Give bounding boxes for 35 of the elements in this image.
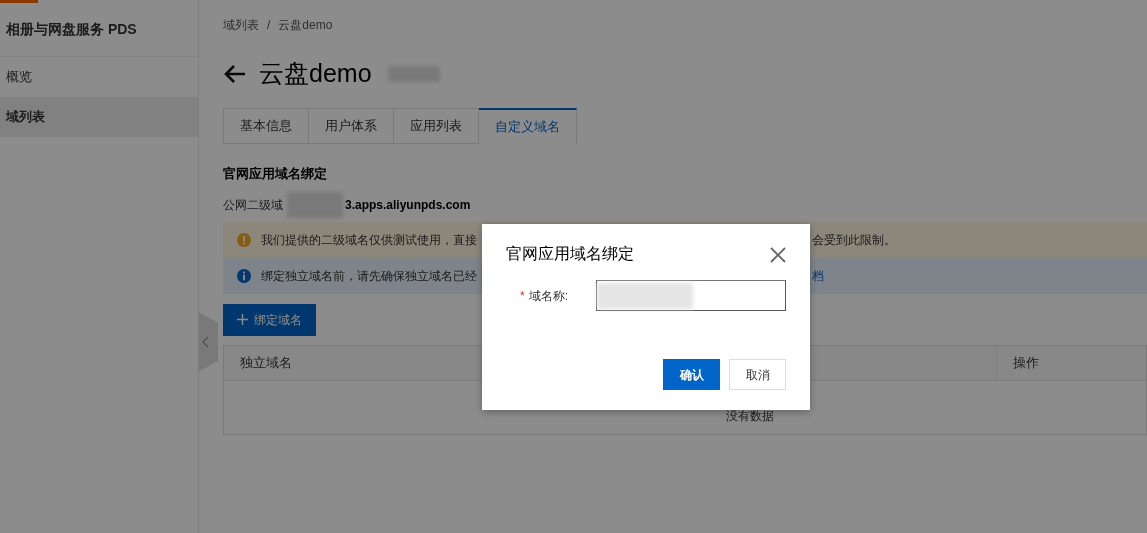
tab[interactable]: 应用列表 (394, 108, 479, 144)
info-icon (237, 268, 251, 283)
domain-suffix: 3.apps.aliyunpds.com (345, 196, 471, 214)
back-arrow-icon[interactable] (223, 64, 247, 84)
column-header: 操作 (1013, 353, 1039, 372)
breadcrumb-link[interactable]: 域列表 (223, 16, 259, 34)
cancel-button[interactable]: 取消 (729, 359, 786, 390)
alert-text: 会受到此限制。 (812, 231, 896, 249)
brand-bar (0, 0, 38, 3)
required-mark: * (520, 288, 525, 303)
domain-label: 公网二级域 (223, 196, 283, 214)
field-label: 域名称: (528, 288, 568, 303)
breadcrumb-current: 云盘demo (278, 17, 333, 34)
page-title: 云盘demo (259, 58, 372, 90)
tab[interactable]: 自定义域名 (479, 108, 577, 144)
alert-text: 我们提供的二级域名仅供测试使用，直接 (261, 231, 477, 249)
breadcrumb-separator: / (267, 17, 271, 34)
tab[interactable]: 用户体系 (309, 108, 394, 144)
bind-domain-button[interactable]: 绑定域名 (223, 303, 316, 336)
domain-input[interactable] (596, 280, 786, 311)
plus-icon (237, 314, 248, 325)
warning-icon (237, 232, 251, 247)
empty-message: 没有数据 (726, 407, 774, 425)
confirm-button[interactable]: 确认 (663, 359, 720, 390)
tab[interactable]: 基本信息 (223, 108, 309, 144)
chevron-left-icon (202, 336, 210, 348)
close-button[interactable] (770, 244, 786, 264)
section-title: 官网应用域名绑定 (223, 165, 328, 183)
alert-text: 档 (812, 267, 824, 285)
dialog-title: 官网应用域名绑定 (506, 244, 635, 264)
sidebar-item[interactable]: 概览 (0, 57, 198, 97)
column-header: 独立域名 (240, 354, 292, 370)
sidebar-title: 相册与网盘服务 PDS (0, 3, 198, 57)
sidebar-item[interactable]: 域列表 (0, 97, 198, 137)
alert-text: 绑定独立域名前，请先确保独立域名已经 (261, 267, 477, 285)
